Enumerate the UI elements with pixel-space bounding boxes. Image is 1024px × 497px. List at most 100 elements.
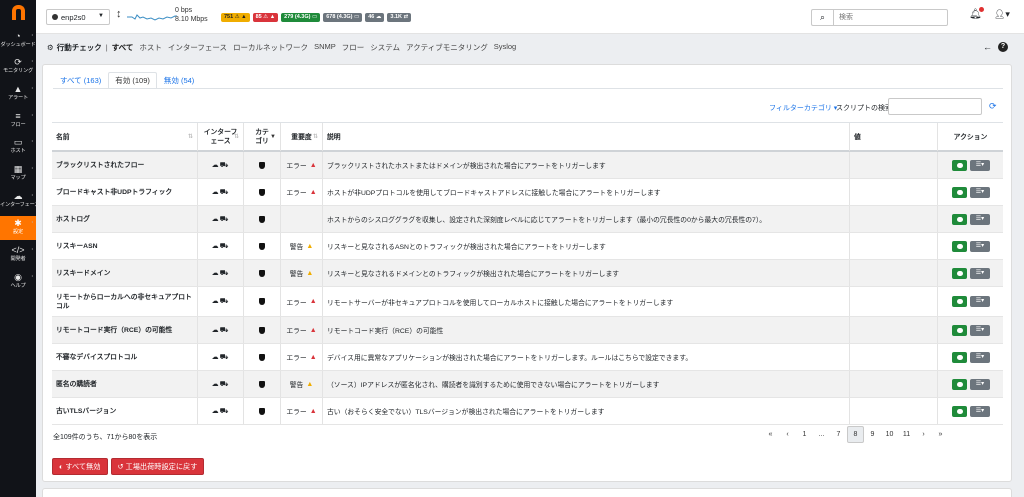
breadcrumb-item[interactable]: Syslog [494,42,517,53]
tab-disabled[interactable]: 無効 (54) [157,72,201,89]
page-link[interactable]: › [915,426,932,443]
user-menu-icon[interactable]: 👤︎▾ [994,9,1010,20]
toggle-enabled-button[interactable] [952,213,967,225]
toggle-enabled-button[interactable] [952,159,967,171]
status-badge[interactable]: 46 ☁ [365,13,385,22]
monitoring-icon: ⟳ [14,57,22,67]
page-link[interactable]: » [932,426,949,443]
script-search-input[interactable] [888,98,982,115]
column-header-name[interactable]: 名前 ⇅ [52,123,198,151]
throughput-sparkline [127,14,177,21]
lower-card [42,488,1012,497]
settings-icon: ✱ [14,218,22,228]
sidebar-item-gauge[interactable]: • ◔ ダッシュボード [0,29,36,53]
actions-menu-button[interactable]: ☰▾ [970,324,990,336]
refresh-icon[interactable]: ⟳ [989,101,997,112]
sidebar-item-alert[interactable]: • ▲ アラート [0,82,36,106]
page-link[interactable]: ‹ [779,426,796,443]
actions-menu-button[interactable]: ☰▾ [970,378,990,390]
status-badge[interactable]: 751 ⚠ ▲ [221,13,250,22]
actions-menu-button[interactable]: ☰▾ [970,267,990,279]
actions-menu-button[interactable]: ☰▾ [970,405,990,417]
sidebar-item-interface[interactable]: • ☁ インターフェース [0,189,40,213]
page-title: 行動チェック [56,43,102,52]
search-icon[interactable]: ⌕ [811,9,833,26]
actions-menu-button[interactable]: ☰▾ [970,213,990,225]
sidebar-item-developer[interactable]: • </> 開発者 [0,243,36,267]
tab-enabled[interactable]: 有効 (109) [108,72,157,89]
actions-menu-button[interactable]: ☰▾ [970,186,990,198]
toggle-enabled-button[interactable] [952,267,967,279]
breadcrumb-item[interactable]: アクティブモニタリング [406,42,488,53]
breadcrumb-item[interactable]: ローカルネットワーク [233,42,308,53]
host-icon: ▭ [13,137,23,147]
column-header-value[interactable]: 値 [850,123,938,151]
toggle-enabled-button[interactable] [952,240,967,252]
search-input[interactable] [833,9,948,26]
developer-icon: </> [11,245,25,255]
interface-type-icon: ☁⛟ [211,380,230,388]
notification-bell-icon[interactable]: 🔔︎ [969,7,984,20]
actions-menu-button[interactable]: ☰▾ [970,240,990,252]
sidebar-item-settings[interactable]: • ✱ 設定 [0,216,36,240]
column-header-interface[interactable]: インターフェース ⇅ [198,123,244,151]
sidebar-item-flow[interactable]: • ≡ フロー [0,109,36,133]
disable-all-button[interactable]: ◐ すべて無効 [52,458,108,475]
column-header-severity[interactable]: 重要度 ⇅ [281,123,323,151]
sidebar-item-help[interactable]: • ◉ ヘルプ [0,270,36,294]
breadcrumb-item[interactable]: SNMP [314,42,336,53]
page-link[interactable]: 11 [898,426,915,443]
help-icon[interactable]: ? [998,42,1008,52]
sidebar-item-map[interactable]: • ▦ マップ [0,162,36,186]
status-badge[interactable]: 85 ⚠ ▲ [252,13,279,22]
check-name: ブロードキャスト非UDPトラフィック [52,179,198,205]
category-cell [244,152,281,178]
toggle-enabled-button[interactable] [952,186,967,198]
toggle-enabled-button[interactable] [952,351,967,363]
status-badge[interactable]: 3.1K ⇄ [387,13,412,22]
column-header-category[interactable]: カテゴリ ▼ [244,123,281,151]
actions-menu-button[interactable]: ☰▾ [970,296,990,307]
breadcrumb-item[interactable]: ホスト [139,42,162,53]
breadcrumb-item[interactable]: すべて [112,42,134,53]
page-link[interactable]: 1 [796,426,813,443]
sidebar-item-host[interactable]: • ▭ ホスト [0,135,36,159]
back-arrow-icon[interactable]: ← [983,42,992,52]
check-description: リスキーと見なされるドメインとのトラフィックが検出された場合にアラートをトリガー… [323,260,850,286]
page-link[interactable]: 10 [881,426,898,443]
interface-selector[interactable]: enp2s0 ▼ [46,9,110,25]
ntopng-logo[interactable] [9,4,27,22]
toggle-enabled-button[interactable] [952,324,967,336]
check-description: （ソース）IPアドレスが匿名化され、購読者を識別するために使用できない場合にアラ… [323,371,850,397]
factory-reset-button[interactable]: ↺ 工場出荷時設定に戻す [110,458,205,475]
page-link[interactable]: « [762,426,779,443]
toggle-enabled-button[interactable] [952,378,967,390]
severity-cell: エラー ▲ [281,317,323,343]
tab-all[interactable]: すべて (163) [53,72,108,89]
actions-menu-button[interactable]: ☰▾ [970,159,990,171]
breadcrumb-item[interactable]: インターフェース [168,42,227,53]
status-badge[interactable]: 678 (4.3G) ▭ [323,13,363,22]
page-link[interactable]: 8 [847,426,864,443]
filter-category-dropdown[interactable]: フィルターカテゴリ ▾ [769,103,837,113]
check-name: ブラックリストされたフロー [52,152,198,178]
actions-menu-button[interactable]: ☰▾ [970,351,990,363]
category-cell [244,233,281,259]
toggle-enabled-button[interactable] [952,296,967,307]
value-cell [850,179,938,205]
check-description: ホストが非UDPプロトコルを使用してブロードキャストアドレスに接触した場合にアラ… [323,179,850,205]
status-badge[interactable]: 279 (4.3G) ▭ [281,13,321,22]
breadcrumb-item[interactable]: フロー [342,42,365,53]
sidebar-item-monitoring[interactable]: • ⟳ モニタリング [0,55,36,79]
toggle-enabled-button[interactable] [952,405,967,417]
sidebar-item-label: ホスト [10,148,26,154]
sidebar-item-label: マップ [10,175,26,181]
sidebar-item-label: モニタリング [3,68,33,74]
page-link[interactable]: 9 [864,426,881,443]
table-row: 古いTLSバージョン ☁⛟ エラー ▲ 古い（おそらく安全でない）TLSバージョンが検出… [52,398,1003,425]
interface-type-icon: ☁⛟ [211,161,230,169]
breadcrumb-item[interactable]: システム [370,42,400,53]
column-header-description[interactable]: 説明 [323,123,850,151]
severity-cell: エラー ▲ [281,287,323,316]
page-link[interactable]: 7 [830,426,847,443]
